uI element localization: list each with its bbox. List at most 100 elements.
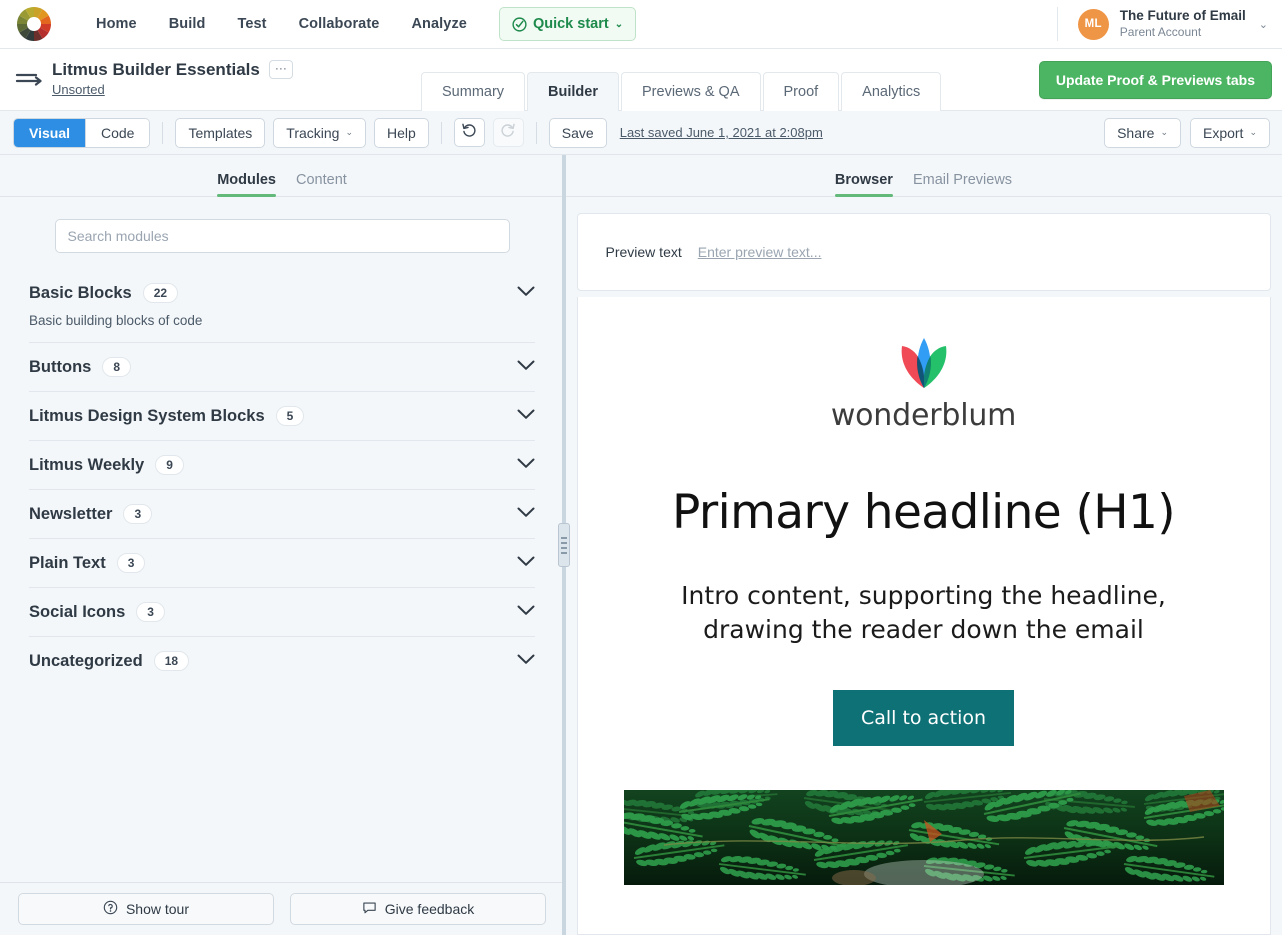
give-feedback-button[interactable]: Give feedback xyxy=(290,893,546,925)
panel-splitter[interactable] xyxy=(557,155,571,935)
email-cta-button[interactable]: Call to action xyxy=(832,689,1015,746)
show-tour-label: Show tour xyxy=(125,901,190,917)
module-group-header[interactable]: Litmus Design System Blocks 5 xyxy=(29,392,535,440)
top-navigation-bar: Home Build Test Collaborate Analyze Quic… xyxy=(0,0,1282,49)
tracking-label: Tracking xyxy=(286,124,340,141)
module-group-plain-text: Plain Text 3 xyxy=(29,538,535,587)
chevron-down-icon xyxy=(517,652,535,670)
module-group-header[interactable]: Litmus Weekly 9 xyxy=(29,441,535,489)
module-group-list: Basic Blocks 22 Basic building blocks of… xyxy=(0,269,564,882)
update-proof-previews-button[interactable]: Update Proof & Previews tabs xyxy=(1038,60,1272,99)
chevron-down-icon xyxy=(517,456,535,474)
account-menu[interactable]: ML The Future of Email Parent Account ⌄ xyxy=(1056,7,1268,41)
search-input[interactable] xyxy=(54,219,510,253)
save-label: Save xyxy=(561,124,594,141)
module-group-title: Social Icons xyxy=(29,602,126,621)
chevron-down-icon xyxy=(517,284,535,302)
export-button[interactable]: Export ⌄ xyxy=(1189,117,1270,148)
chevron-down-icon: ⌄ xyxy=(345,127,353,137)
main-nav-links: Home Build Test Collaborate Analyze xyxy=(80,10,483,38)
toolbar-divider xyxy=(162,121,164,144)
templates-label: Templates xyxy=(188,124,253,141)
module-group-title: Uncategorized xyxy=(29,651,143,670)
tab-previews-qa[interactable]: Previews & QA xyxy=(621,72,761,111)
panel-tab-modules[interactable]: Modules xyxy=(217,172,276,197)
folder-breadcrumb-link[interactable]: Unsorted xyxy=(52,82,105,98)
preview-text-label: Preview text xyxy=(605,244,682,260)
account-subtitle: Parent Account xyxy=(1119,24,1202,39)
nav-link-collaborate[interactable]: Collaborate xyxy=(283,10,396,38)
module-group-header[interactable]: Buttons 8 xyxy=(29,343,535,391)
preview-tab-browser[interactable]: Browser xyxy=(834,172,893,197)
module-group-litmus-design-system-blocks: Litmus Design System Blocks 5 xyxy=(29,391,535,440)
module-group-header[interactable]: Social Icons 3 xyxy=(29,588,535,636)
email-headline: Primary headline (H1) xyxy=(672,485,1176,540)
chevron-down-icon xyxy=(517,554,535,572)
nav-link-home[interactable]: Home xyxy=(80,10,153,38)
module-group-title: Basic Blocks xyxy=(29,283,132,302)
main-workspace: Modules Content Basic Blocks 22 Basic bu… xyxy=(0,155,1282,935)
module-group-description: Basic building blocks of code xyxy=(29,313,203,328)
tab-builder[interactable]: Builder xyxy=(527,72,619,111)
search-modules-wrapper xyxy=(0,197,564,269)
quick-start-button[interactable]: Quick start ⌄ xyxy=(498,7,637,41)
tab-proof[interactable]: Proof xyxy=(762,72,840,111)
preview-tab-email-previews[interactable]: Email Previews xyxy=(913,172,1012,196)
module-group-uncategorized: Uncategorized 18 xyxy=(29,636,535,685)
module-group-count: 5 xyxy=(275,406,305,426)
chevron-down-icon: ⌄ xyxy=(1160,127,1168,137)
module-group-title: Buttons xyxy=(29,357,92,376)
preview-text-input[interactable]: Enter preview text... xyxy=(698,244,822,260)
quick-start-label: Quick start xyxy=(532,16,609,32)
nav-link-test[interactable]: Test xyxy=(221,10,282,38)
account-name: The Future of Email xyxy=(1119,8,1246,24)
document-subheader: Litmus Builder Essentials ··· Unsorted S… xyxy=(0,49,1282,111)
module-group-header[interactable]: Basic Blocks 22 xyxy=(29,269,535,317)
module-group-count: 3 xyxy=(116,553,146,573)
tracking-button[interactable]: Tracking ⌄ xyxy=(273,117,366,148)
nav-link-analyze[interactable]: Analyze xyxy=(395,10,483,38)
builder-toolbar: Visual Code Templates Tracking ⌄ Help Sa… xyxy=(0,111,1282,155)
wonderblum-tulip-logo-icon xyxy=(890,332,958,392)
question-circle-icon xyxy=(103,900,118,918)
vertical-resize-handle-icon[interactable] xyxy=(558,523,570,567)
chevron-down-icon xyxy=(517,358,535,376)
tab-analytics[interactable]: Analytics xyxy=(841,72,942,111)
panel-tab-content[interactable]: Content xyxy=(296,172,347,196)
mode-visual-button[interactable]: Visual xyxy=(14,118,86,147)
preview-text-bar: Preview text Enter preview text... xyxy=(576,213,1271,291)
last-saved-link[interactable]: Last saved June 1, 2021 at 2:08pm xyxy=(620,125,823,140)
save-button[interactable]: Save xyxy=(548,117,607,148)
module-group-header[interactable]: Plain Text 3 xyxy=(29,539,535,587)
chevron-down-icon: ⌄ xyxy=(614,18,624,30)
redo-button[interactable] xyxy=(492,118,524,147)
chevron-down-icon: ⌄ xyxy=(1258,18,1268,31)
module-group-basic-blocks: Basic Blocks 22 Basic building blocks of… xyxy=(29,269,535,342)
undo-icon xyxy=(461,122,477,143)
email-content: wonderblum Primary headline (H1) Intro c… xyxy=(623,297,1224,885)
litmus-logo-icon[interactable] xyxy=(16,6,52,42)
more-options-button[interactable]: ··· xyxy=(268,60,293,80)
redo-icon xyxy=(500,122,516,143)
document-tabs: Summary Builder Previews & QA Proof Anal… xyxy=(421,72,943,111)
module-group-header[interactable]: Newsletter 3 xyxy=(29,490,535,538)
back-arrow-icon[interactable] xyxy=(14,67,44,93)
module-group-count: 22 xyxy=(142,283,179,303)
module-group-header[interactable]: Uncategorized 18 xyxy=(29,637,535,685)
check-circle-icon xyxy=(512,16,527,32)
speech-bubble-icon xyxy=(362,900,377,918)
help-label: Help xyxy=(387,124,416,141)
tab-summary[interactable]: Summary xyxy=(421,72,526,111)
mode-code-button[interactable]: Code xyxy=(86,118,150,147)
module-group-count: 3 xyxy=(136,602,165,622)
nav-link-build[interactable]: Build xyxy=(153,10,222,38)
share-button[interactable]: Share ⌄ xyxy=(1104,117,1181,148)
module-group-newsletter: Newsletter 3 xyxy=(29,489,535,538)
help-button[interactable]: Help xyxy=(374,117,429,148)
module-group-title: Newsletter xyxy=(29,504,113,523)
module-group-count: 18 xyxy=(153,651,190,671)
show-tour-button[interactable]: Show tour xyxy=(18,893,274,925)
templates-button[interactable]: Templates xyxy=(175,117,266,148)
undo-button[interactable] xyxy=(453,118,485,147)
document-title-block: Litmus Builder Essentials ··· Unsorted xyxy=(52,60,293,99)
